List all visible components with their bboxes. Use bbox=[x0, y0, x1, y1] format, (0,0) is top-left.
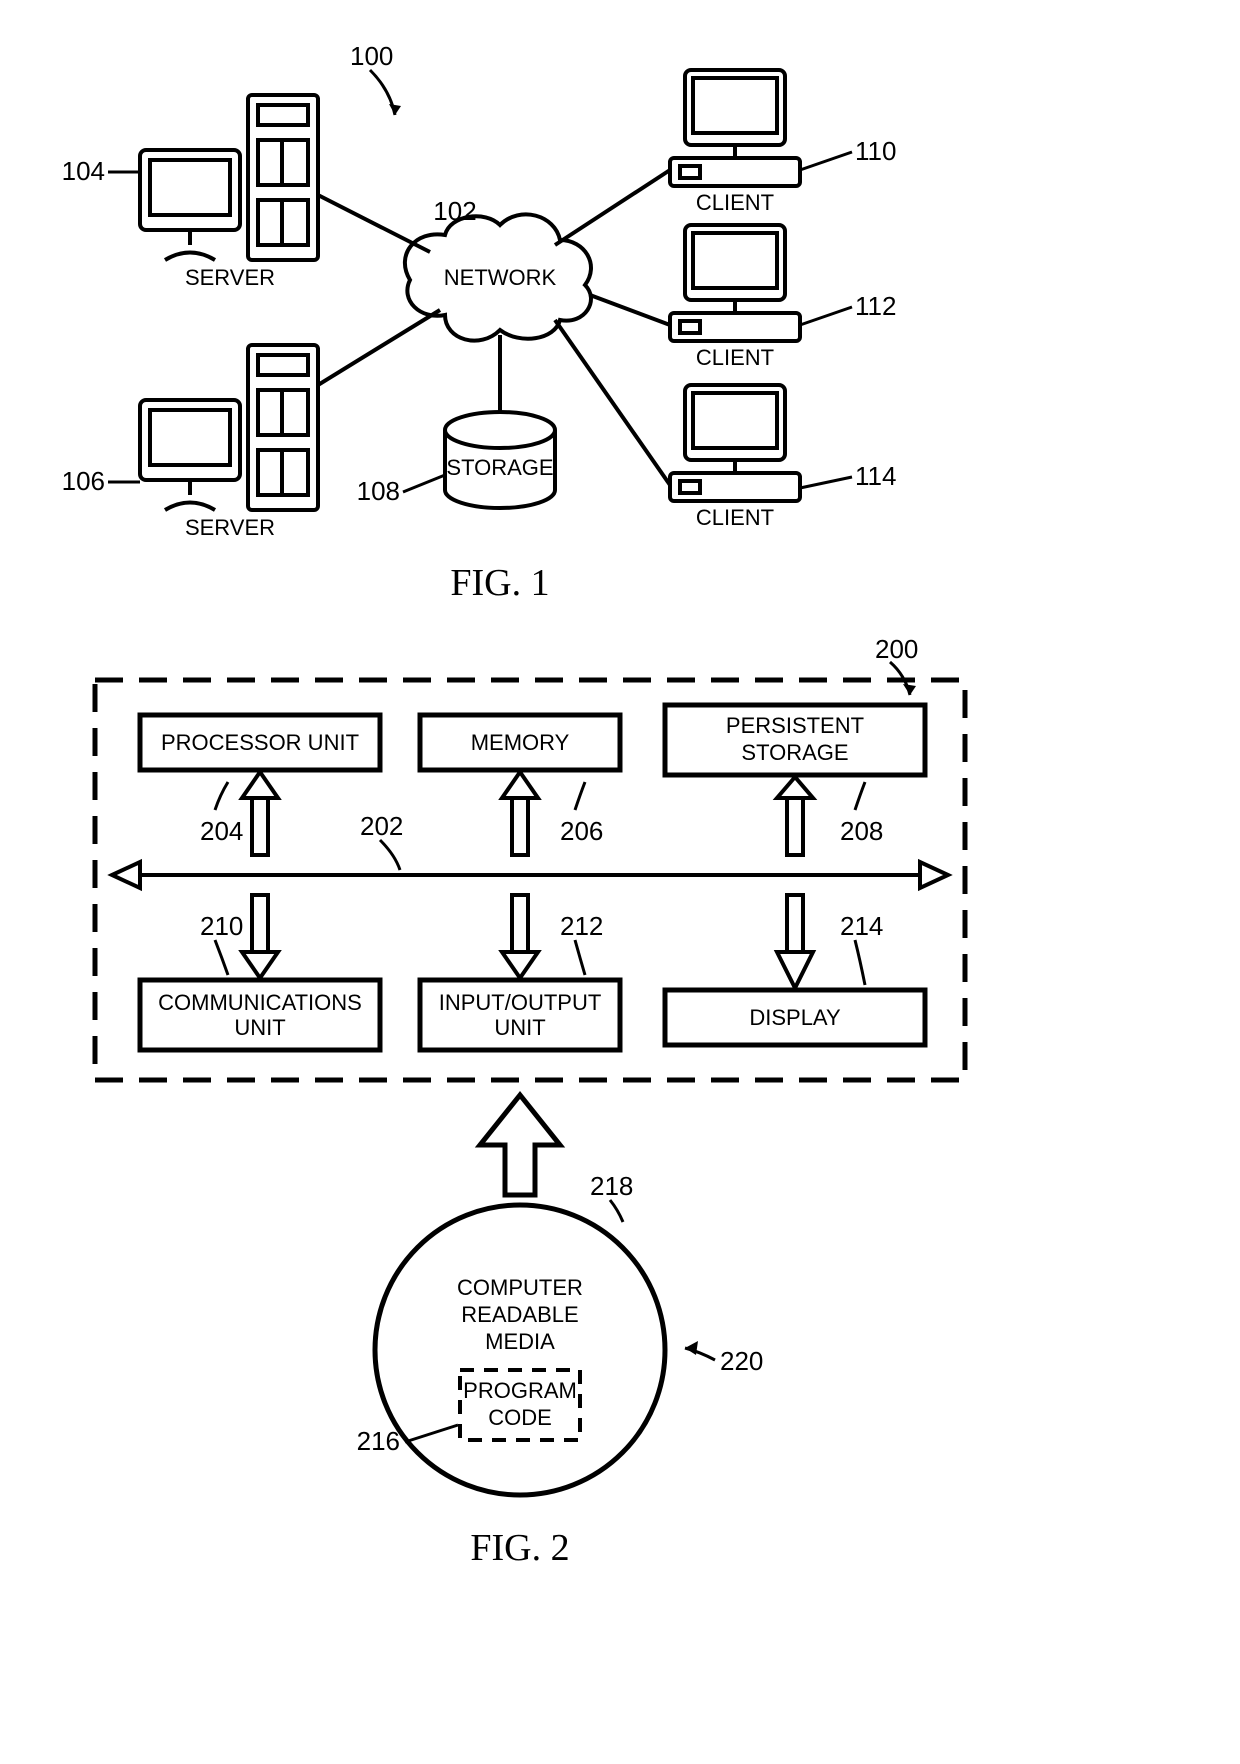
comm-l2: UNIT bbox=[234, 1015, 285, 1040]
media-arrow-icon bbox=[480, 1095, 560, 1195]
ref-204: 204 bbox=[200, 816, 243, 846]
display-label: DISPLAY bbox=[749, 1005, 841, 1030]
client-1-icon bbox=[670, 70, 800, 186]
server-2-icon bbox=[140, 345, 318, 510]
ref-104: 104 bbox=[62, 156, 105, 186]
code-l2: CODE bbox=[488, 1405, 552, 1430]
ref-102: 102 bbox=[433, 196, 476, 226]
ref-106: 106 bbox=[62, 466, 105, 496]
memory-label: MEMORY bbox=[471, 730, 570, 755]
media-l1: COMPUTER bbox=[457, 1275, 583, 1300]
bus-arrow-icon bbox=[112, 862, 948, 888]
client-2-label: CLIENT bbox=[696, 345, 774, 370]
persistent-l2: STORAGE bbox=[741, 740, 848, 765]
ref-100: 100 bbox=[350, 41, 393, 71]
figure-2: PROCESSOR UNIT MEMORY PERSISTENT STORAGE… bbox=[95, 634, 965, 1569]
fig1-title: FIG. 1 bbox=[450, 562, 549, 604]
ref-112: 112 bbox=[855, 291, 896, 321]
storage-label: STORAGE bbox=[446, 455, 553, 480]
ref-212: 212 bbox=[560, 911, 603, 941]
code-l1: PROGRAM bbox=[463, 1378, 577, 1403]
ref-218: 218 bbox=[590, 1171, 633, 1201]
fig2-title: FIG. 2 bbox=[470, 1527, 569, 1569]
server-1-label: SERVER bbox=[185, 265, 275, 290]
media-l3: MEDIA bbox=[485, 1329, 555, 1354]
ref-206: 206 bbox=[560, 816, 603, 846]
client-2-icon bbox=[670, 225, 800, 341]
ref-114: 114 bbox=[855, 461, 896, 491]
persistent-l1: PERSISTENT bbox=[726, 713, 864, 738]
ref-220: 220 bbox=[720, 1346, 763, 1376]
media-l2: READABLE bbox=[461, 1302, 578, 1327]
figure-1: NETWORK STORAGE SERVER bbox=[62, 41, 897, 604]
ref-214: 214 bbox=[840, 911, 883, 941]
server-1-icon bbox=[140, 95, 318, 260]
network-label: NETWORK bbox=[444, 265, 557, 290]
ref-216: 216 bbox=[357, 1426, 400, 1456]
server-2-label: SERVER bbox=[185, 515, 275, 540]
client-3-icon bbox=[670, 385, 800, 501]
client-3-label: CLIENT bbox=[696, 505, 774, 530]
ref-110: 110 bbox=[855, 136, 896, 166]
ref-200: 200 bbox=[875, 634, 918, 664]
ref-108: 108 bbox=[357, 476, 400, 506]
ref-208: 208 bbox=[840, 816, 883, 846]
ref-202: 202 bbox=[360, 811, 403, 841]
processor-label: PROCESSOR UNIT bbox=[161, 730, 359, 755]
client-1-label: CLIENT bbox=[696, 190, 774, 215]
io-l1: INPUT/OUTPUT bbox=[439, 990, 602, 1015]
ref-210: 210 bbox=[200, 911, 243, 941]
comm-l1: COMMUNICATIONS bbox=[158, 990, 362, 1015]
io-l2: UNIT bbox=[494, 1015, 545, 1040]
